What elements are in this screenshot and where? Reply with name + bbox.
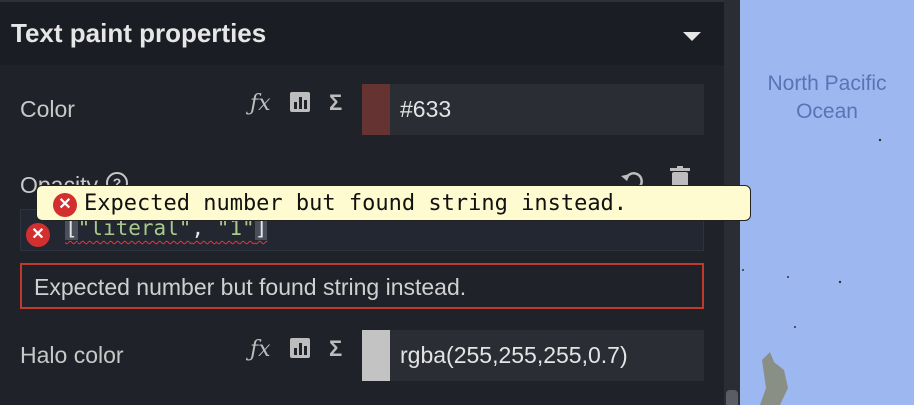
function-icon[interactable]: ƒx	[250, 338, 271, 362]
halo-color-value: rgba(255,255,255,0.7)	[400, 342, 628, 368]
sum-icon[interactable]: Σ	[329, 337, 342, 361]
tooltip-text: Expected number but found string instead…	[84, 191, 628, 216]
scrollbar-thumb[interactable]	[726, 390, 738, 405]
section-title: Text paint properties	[11, 18, 267, 48]
halo-color-swatch[interactable]	[362, 330, 390, 381]
error-icon: ✕	[53, 193, 77, 217]
halo-color-input[interactable]: rgba(255,255,255,0.7)	[390, 330, 704, 381]
color-value: #633	[400, 96, 452, 122]
data-icon[interactable]	[289, 337, 311, 364]
error-icon[interactable]: ✕	[26, 223, 50, 247]
function-icon[interactable]: ƒx	[250, 92, 271, 116]
data-icon[interactable]	[289, 91, 311, 118]
color-label: Color	[20, 96, 75, 122]
sum-icon[interactable]: Σ	[329, 91, 342, 115]
color-input[interactable]: #633	[390, 84, 704, 135]
map-view[interactable]: North Pacific Ocean	[740, 0, 914, 405]
halo-color-label: Halo color	[20, 342, 124, 368]
error-message: Expected number but found string instead…	[34, 274, 467, 300]
section-header[interactable]: Text paint properties	[0, 0, 724, 65]
color-swatch[interactable]	[362, 84, 390, 135]
map-land	[742, 138, 882, 405]
error-message-box: Expected number but found string instead…	[20, 263, 704, 309]
chevron-down-icon[interactable]	[683, 32, 701, 41]
error-tooltip: ✕ Expected number but found string inste…	[36, 185, 751, 221]
